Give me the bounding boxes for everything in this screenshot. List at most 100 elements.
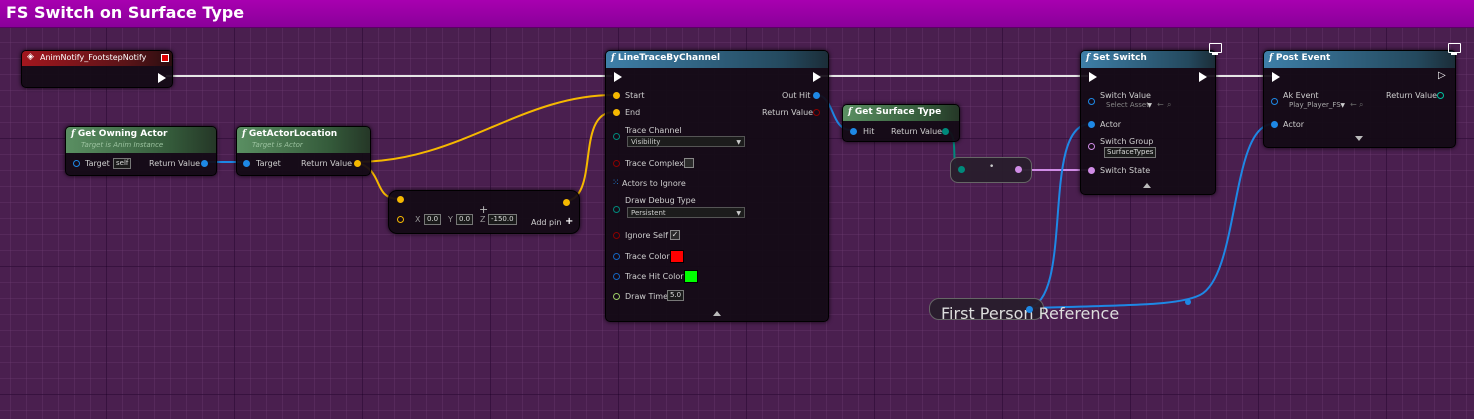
enum-to-name-conversion-node[interactable]: • [950,157,1032,183]
trace-channel-dropdown[interactable]: Visibility [627,136,745,148]
draw-debug-type-pin[interactable] [613,206,620,213]
event-node-footstep-notify[interactable]: ◈ AnimNotify_FootstepNotify [21,50,173,88]
z-input[interactable]: -150.0 [488,214,517,225]
target-pin[interactable] [73,160,80,167]
vector-out-pin[interactable] [563,199,570,206]
exec-out-pin[interactable] [1199,72,1207,82]
collapse-advanced-arrow-icon[interactable] [1143,183,1151,188]
get-owning-actor-title: Get Owning Actor [77,129,168,139]
trace-color-label: Trace Color [625,252,670,261]
get-owning-actor-header: f Get Owning Actor Target is Anim Instanc… [66,127,216,153]
trace-complex-checkbox[interactable] [684,158,694,168]
line-trace-title: LineTraceByChannel [617,53,721,63]
trace-color-swatch[interactable] [670,250,684,263]
get-actor-location-subtitle: Target is Actor [252,141,303,149]
out-hit-pin[interactable] [813,92,820,99]
actor-pin[interactable] [1088,121,1095,128]
draw-debug-type-label: Draw Debug Type [625,196,696,205]
browse-search-icon[interactable]: ⌕ [1359,100,1363,110]
get-owning-actor-node[interactable]: f Get Owning Actor Target is Anim Instanc… [65,126,217,176]
return-value-pin[interactable] [354,160,361,167]
draw-time-input[interactable]: 5.0 [667,290,685,301]
start-pin[interactable] [613,92,620,99]
post-event-node[interactable]: fPost Event ▷ Ak Event Play_Player_FS ← … [1263,43,1461,148]
z-label: Z [480,215,486,224]
trace-hit-color-pin[interactable] [613,273,620,280]
collapse-advanced-arrow-icon[interactable] [713,311,721,316]
ignore-self-checkbox[interactable]: ✓ [670,230,680,240]
return-value-pin[interactable] [813,109,820,116]
actor-pin[interactable] [1271,121,1278,128]
hit-pin[interactable] [850,128,857,135]
event-diamond-icon: ◈ [27,52,34,62]
exec-out-pin[interactable] [813,72,821,82]
event-delegate-pin[interactable] [161,54,169,62]
set-switch-header: f Set Switch [1081,51,1215,68]
draw-debug-type-dropdown[interactable]: Persistent [627,207,745,219]
target-pin[interactable] [243,160,250,167]
get-surface-type-node[interactable]: f Get Surface Type Hit Return Value [842,104,960,142]
line-trace-by-channel-node[interactable]: f LineTraceByChannel Start Out Hit End Re… [605,50,829,322]
exec-in-pin[interactable] [614,72,622,82]
add-pin-label[interactable]: Add pin [531,218,561,227]
expand-advanced-arrow-icon[interactable] [1355,136,1363,141]
return-value-label: Return Value [301,159,353,168]
out-hit-label: Out Hit [782,91,811,100]
trace-hit-color-label: Trace Hit Color [625,272,684,281]
get-surface-type-header: f Get Surface Type [843,105,959,121]
exec-out-hollow-icon: ▷ [1438,70,1446,81]
vector-add-node[interactable]: X 0.0 Y 0.0 Z -150.0 + Add pin + [388,190,580,234]
function-icon: f [242,129,246,139]
plus-icon: + [479,203,489,216]
set-switch-node[interactable]: fSet Switch Switch Value Select Asset ← … [1080,43,1222,195]
switch-state-label: Switch State [1100,166,1151,175]
set-switch-title: Set Switch [1092,53,1147,63]
return-value-pin[interactable] [1437,92,1444,99]
trace-color-pin[interactable] [613,253,620,260]
return-value-label: Return Value [1386,91,1438,100]
ak-event-asset-picker[interactable]: Play_Player_FS [1286,100,1348,111]
vector-a-pin[interactable] [397,196,404,203]
vector-b-pin[interactable] [397,216,404,223]
draw-time-label: Draw Time [625,292,669,301]
ak-event-pin[interactable] [1271,98,1278,105]
event-node-title: AnimNotify_FootstepNotify [40,53,147,62]
switch-state-pin[interactable] [1088,167,1095,174]
get-actor-location-header: f GetActorLocation Target is Actor [237,127,370,153]
first-person-reference-pin[interactable] [1026,306,1033,313]
browse-arrow-icon[interactable]: ← [1157,100,1164,109]
browse-arrow-icon[interactable]: ← [1350,100,1357,109]
trace-complex-pin[interactable] [613,160,620,167]
start-label: Start [625,91,645,100]
first-person-reference-node[interactable]: First Person Reference [929,298,1119,323]
end-pin[interactable] [613,109,620,116]
get-owning-actor-subtitle: Target is Anim Instance [81,141,164,149]
browse-search-icon[interactable]: ⌕ [1167,100,1171,110]
get-actor-location-node[interactable]: f GetActorLocation Target is Actor Target… [236,126,371,176]
actor-label: Actor [1100,120,1122,129]
ak-event-label: Ak Event [1283,91,1319,100]
y-label: Y [448,215,453,224]
switch-value-asset-picker[interactable]: Select Asset [1103,100,1155,111]
conversion-out-pin[interactable] [1015,166,1022,173]
draw-time-pin[interactable] [613,293,620,300]
trace-hit-color-swatch[interactable] [684,270,698,283]
switch-group-pin[interactable] [1088,143,1095,150]
add-pin-plus-icon[interactable]: + [565,216,573,227]
x-input[interactable]: 0.0 [424,214,442,225]
target-label: Target [85,159,110,168]
switch-value-pin[interactable] [1088,98,1095,105]
exec-out-pin[interactable] [158,73,166,83]
return-value-label: Return Value [891,127,943,136]
exec-in-pin[interactable] [1089,72,1097,82]
switch-group-input[interactable]: SurfaceTypes [1104,147,1157,158]
ignore-self-pin[interactable] [613,232,620,239]
trace-channel-pin[interactable] [613,133,620,140]
conversion-in-pin[interactable] [958,166,965,173]
get-actor-location-title: GetActorLocation [248,129,338,139]
return-value-pin[interactable] [942,128,949,135]
exec-in-pin[interactable] [1272,72,1280,82]
trace-complex-label: Trace Complex [625,159,684,168]
y-input[interactable]: 0.0 [456,214,474,225]
return-value-pin[interactable] [201,160,208,167]
